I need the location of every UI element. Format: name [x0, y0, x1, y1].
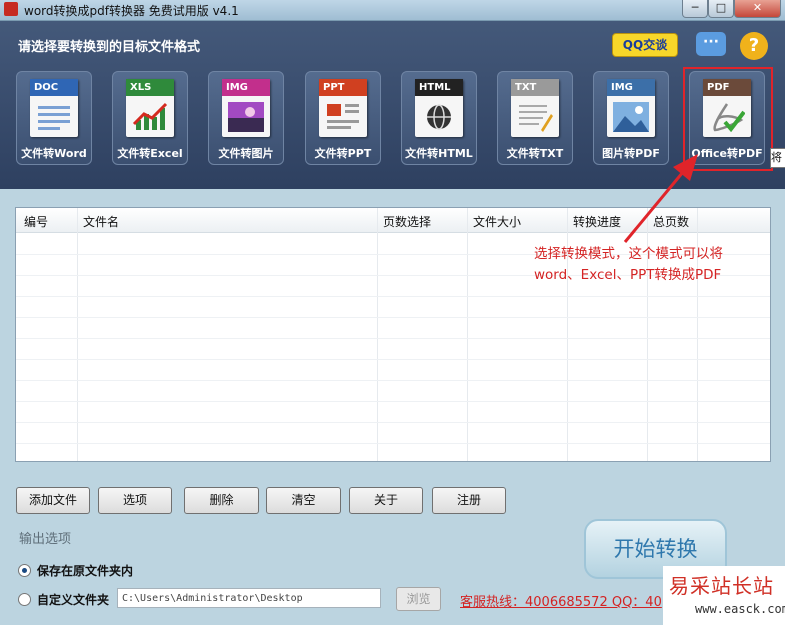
tile-tag-label: PPT — [319, 79, 367, 96]
radio-save-original[interactable] — [18, 564, 31, 577]
column-header-page-select[interactable]: 页数选择 — [383, 213, 431, 230]
clear-button[interactable]: 清空 — [266, 487, 341, 514]
column-divider — [77, 208, 78, 461]
title-bar: word转换成pdf转换器 免费试用版 v4.1 ─ □ ✕ — [0, 0, 785, 21]
delete-button[interactable]: 删除 — [184, 487, 259, 514]
custom-folder-label[interactable]: 自定义文件夹 — [37, 591, 109, 608]
save-original-label[interactable]: 保存在原文件夹内 — [37, 562, 133, 579]
options-button[interactable]: 选项 — [98, 487, 172, 514]
row-divider — [16, 359, 770, 360]
tile-label: 图片转PDF — [602, 147, 660, 160]
tile-label: 文件转PPT — [314, 147, 372, 160]
tile-tooltip: 将 — [770, 148, 785, 168]
file-list-header: 编号 文件名 页数选择 文件大小 转换进度 总页数 — [16, 208, 770, 233]
tile-tag-label: DOC — [30, 79, 78, 96]
column-header-progress[interactable]: 转换进度 — [573, 213, 621, 230]
hotline-link[interactable]: 客服热线：4006685572 QQ：40 — [460, 591, 662, 610]
tile-to-html[interactable]: HTML 文件转HTML — [401, 71, 477, 165]
column-divider — [377, 208, 378, 461]
row-divider — [16, 443, 770, 444]
tile-label: 文件转TXT — [506, 147, 564, 160]
tile-tag-label: IMG — [607, 79, 655, 96]
add-file-button[interactable]: 添加文件 — [16, 487, 90, 514]
register-button[interactable]: 注册 — [432, 487, 506, 514]
row-divider — [16, 338, 770, 339]
format-header: 请选择要转换到的目标文件格式 QQ交谈 ··· ? DOC 文件转Word XL… — [0, 21, 785, 189]
maximize-button[interactable]: □ — [708, 0, 734, 18]
column-header-total-pages[interactable]: 总页数 — [653, 213, 689, 230]
column-header-filename[interactable]: 文件名 — [83, 213, 119, 230]
row-divider — [16, 317, 770, 318]
doc-file-icon: DOC — [30, 79, 78, 137]
column-divider — [467, 208, 468, 461]
tile-label: 文件转HTML — [405, 147, 473, 160]
tile-image-to-pdf[interactable]: IMG 图片转PDF — [593, 71, 669, 165]
xls-chart-icon: XLS — [126, 79, 174, 137]
tile-tag-label: HTML — [415, 79, 463, 96]
output-path-field[interactable]: C:\Users\Administrator\Desktop — [117, 588, 381, 608]
selected-tile-highlight — [683, 67, 773, 171]
row-divider — [16, 296, 770, 297]
watermark-text: 易采站长站 — [669, 574, 774, 598]
app-icon — [4, 2, 18, 16]
column-header-file-size[interactable]: 文件大小 — [473, 213, 521, 230]
chat-bubble-icon[interactable]: ··· — [696, 32, 726, 56]
output-options-title: 输出选项 — [19, 532, 72, 547]
browse-button[interactable]: 浏览 — [396, 587, 441, 611]
about-button[interactable]: 关于 — [349, 487, 423, 514]
annotation-text: 选择转换模式，这个模式可以将 word、Excel、PPT转换成PDF — [534, 244, 723, 286]
row-divider — [16, 380, 770, 381]
tile-to-txt[interactable]: TXT 文件转TXT — [497, 71, 573, 165]
tile-label: 文件转Word — [21, 147, 87, 160]
tile-tag-label: TXT — [511, 79, 559, 96]
image-file-icon: IMG — [222, 79, 270, 137]
close-button[interactable]: ✕ — [734, 0, 781, 18]
site-watermark: 易采站长站 www.easck.com — [663, 566, 785, 625]
tile-tag-label: IMG — [222, 79, 270, 96]
watermark-url: www.easck.com — [695, 602, 785, 616]
txt-file-icon: TXT — [511, 79, 559, 137]
tile-to-image[interactable]: IMG 文件转图片 — [208, 71, 284, 165]
tile-to-excel[interactable]: XLS 文件转Excel — [112, 71, 188, 165]
window-title: word转换成pdf转换器 免费试用版 v4.1 — [24, 4, 239, 18]
tile-label: 文件转图片 — [218, 147, 274, 160]
tile-tag-label: XLS — [126, 79, 174, 96]
radio-custom-folder[interactable] — [18, 593, 31, 606]
column-header-id[interactable]: 编号 — [24, 213, 48, 230]
minimize-button[interactable]: ─ — [682, 0, 708, 18]
row-divider — [16, 422, 770, 423]
tile-label: 文件转Excel — [117, 147, 183, 160]
qq-chat-button[interactable]: QQ交谈 — [612, 33, 678, 57]
annotation-line: word、Excel、PPT转换成PDF — [534, 267, 722, 283]
row-divider — [16, 401, 770, 402]
tile-to-ppt[interactable]: PPT 文件转PPT — [305, 71, 381, 165]
format-prompt: 请选择要转换到的目标文件格式 — [18, 40, 201, 55]
ppt-file-icon: PPT — [319, 79, 367, 137]
tile-to-word[interactable]: DOC 文件转Word — [16, 71, 92, 165]
annotation-line: 选择转换模式，这个模式可以将 — [534, 246, 723, 262]
radio-selected-dot — [22, 568, 27, 573]
help-icon[interactable]: ? — [740, 32, 768, 60]
html-globe-icon: HTML — [415, 79, 463, 137]
image-to-pdf-icon: IMG — [607, 79, 655, 137]
